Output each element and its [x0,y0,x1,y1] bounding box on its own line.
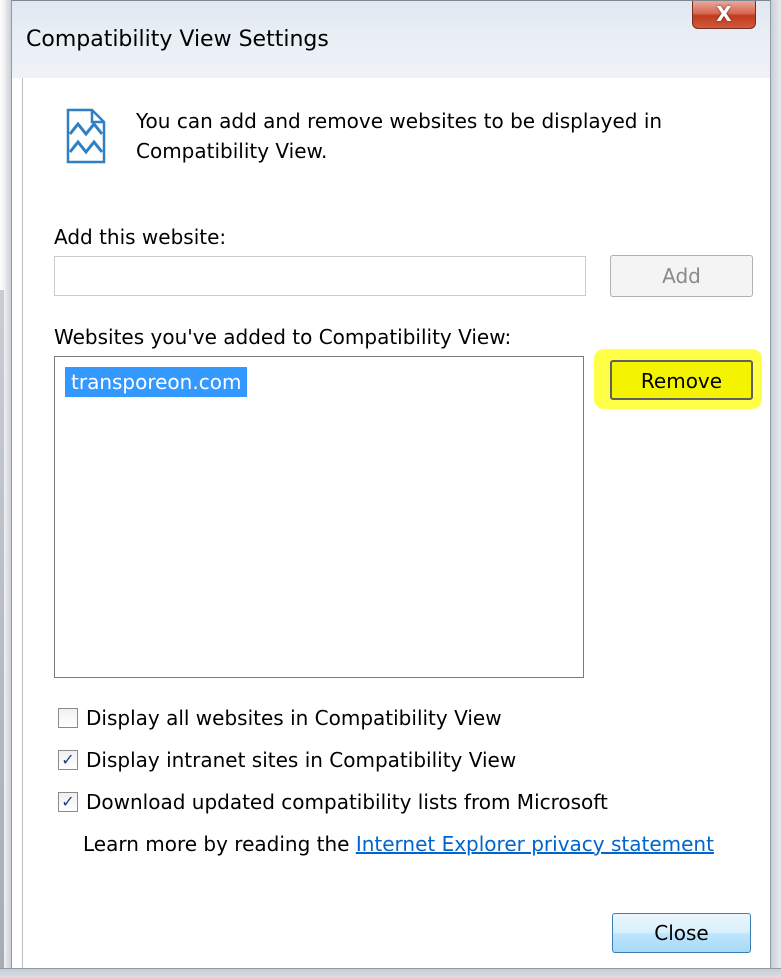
window-frame-right [770,0,781,978]
learn-more-prefix: Learn more by reading the [83,832,356,856]
download-lists-label[interactable]: Download updated compatibility lists fro… [86,790,608,814]
compatibility-view-icon [66,108,106,164]
close-button[interactable]: Close [612,913,751,953]
remove-button[interactable]: Remove [610,360,753,400]
add-website-label: Add this website: [54,225,227,249]
display-intranet-checkbox[interactable]: ✓ [58,750,78,770]
close-icon: X [716,2,732,26]
title-bar[interactable]: Compatibility View Settings X [12,0,770,78]
compatibility-view-dialog: Compatibility View Settings X You can ad… [0,0,781,978]
privacy-statement-link[interactable]: Internet Explorer privacy statement [356,832,714,856]
websites-list-label: Websites you've added to Compatibility V… [54,325,512,349]
info-text: You can add and remove websites to be di… [136,109,663,163]
websites-list[interactable]: transporeon.com [54,356,584,678]
window-frame-bottom [0,968,781,978]
add-website-input[interactable] [54,256,586,296]
display-intranet-label[interactable]: Display intranet sites in Compatibility … [86,748,516,772]
window-title: Compatibility View Settings [26,27,329,52]
add-button[interactable]: Add [610,255,753,297]
display-all-checkbox[interactable] [58,708,78,728]
display-all-label[interactable]: Display all websites in Compatibility Vi… [86,706,502,730]
download-lists-checkbox[interactable]: ✓ [58,792,78,812]
window-frame-strip [0,290,4,978]
list-item[interactable]: transporeon.com [65,367,248,397]
close-window-button[interactable]: X [692,1,756,29]
learn-more-text: Learn more by reading the Internet Explo… [83,832,714,856]
